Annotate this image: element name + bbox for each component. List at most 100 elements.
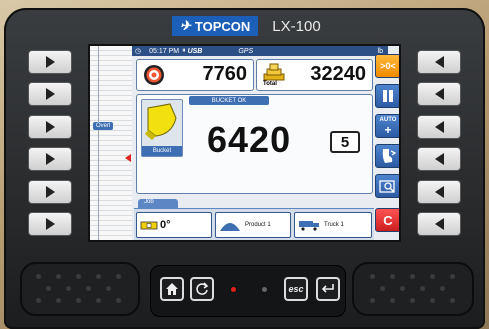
grip-dot [400, 286, 405, 291]
left-arrow-icon [434, 121, 444, 133]
right-softkey-2[interactable] [417, 82, 461, 106]
tilt-tile[interactable]: 0° [136, 212, 212, 238]
grip-dot [36, 274, 41, 279]
grip-dot [370, 274, 375, 279]
grip-dot [56, 274, 61, 279]
enter-arrow-icon [321, 284, 334, 293]
grip-dot [420, 286, 425, 291]
grip-dot [86, 286, 91, 291]
pass-count-box: 5 [330, 131, 360, 153]
left-softkey-6[interactable] [28, 212, 72, 236]
product-name: Product 1 [245, 222, 271, 228]
grip-dot [430, 298, 435, 303]
grip-dot [96, 274, 101, 279]
grip-dot [370, 298, 375, 303]
auto-add-button[interactable]: AUTO + [375, 114, 399, 138]
bucket-icon-box[interactable]: Bucket [141, 99, 183, 157]
gps-label: GPS [238, 47, 254, 55]
right-softkey-5[interactable] [417, 180, 461, 204]
right-softkey-6[interactable] [417, 212, 461, 236]
grip-dot [440, 286, 445, 291]
bucket-panel: BUCKET OK Bucket 6420 5 [136, 94, 373, 194]
right-grip [352, 262, 474, 316]
sync-button[interactable] [190, 277, 214, 301]
product-tile[interactable]: Product 1 [215, 212, 291, 238]
bucket-label: Bucket [142, 146, 182, 156]
usb-label: USB [187, 47, 203, 55]
total-value: 32240 [310, 63, 366, 85]
tilt-angle: 0° [160, 219, 171, 231]
right-softkey-4[interactable] [417, 147, 461, 171]
grip-dot [56, 298, 61, 303]
display-screen: Overl ◷ 05:17 PM ⏸ USB GPS lb 7760 Total… [88, 44, 401, 242]
truck-tile[interactable]: Truck 1 [294, 212, 372, 238]
grip-dot [36, 298, 41, 303]
right-arrow-icon [45, 88, 55, 100]
esc-label: esc [288, 284, 304, 294]
topcon-mark-icon: ✈ [180, 18, 191, 33]
target-value: 7760 [202, 63, 248, 85]
plus-icon: + [384, 122, 392, 137]
overload-label: Overl [93, 122, 114, 130]
bucket-tip-button[interactable] [375, 144, 399, 168]
status-led [262, 287, 267, 292]
grip-dot [66, 286, 71, 291]
grip-dot [106, 286, 111, 291]
job-panel: 0° Product 1 Truck 1 [134, 208, 374, 240]
view-search-button[interactable] [375, 174, 399, 198]
left-softkey-5[interactable] [28, 180, 72, 204]
total-tile[interactable]: Total 32240 [256, 59, 373, 91]
grip-dot [390, 298, 395, 303]
grip-dot [116, 274, 121, 279]
left-softkey-1[interactable] [28, 50, 72, 74]
left-arrow-icon [434, 88, 444, 100]
zero-button[interactable]: >0< [375, 54, 399, 78]
left-softkey-2[interactable] [28, 82, 72, 106]
grip-dot [116, 298, 121, 303]
grip-dot [76, 274, 81, 279]
brand-bar: ✈ TOPCON LX-100 [172, 15, 321, 37]
left-arrow-icon [434, 153, 444, 165]
left-softkey-3[interactable] [28, 115, 72, 139]
right-arrow-icon [45, 153, 55, 165]
home-icon [166, 283, 178, 295]
grip-dot [430, 274, 435, 279]
target-icon [144, 65, 164, 85]
bucket-status-badge: BUCKET OK [189, 96, 269, 105]
right-arrow-icon [45, 56, 55, 68]
status-time: 05:17 PM [149, 47, 180, 55]
power-led [231, 287, 236, 292]
left-arrow-icon [434, 186, 444, 198]
left-arrow-icon [434, 56, 444, 68]
pause-button[interactable] [375, 84, 399, 108]
scale-axis [98, 46, 99, 240]
grip-dot [380, 286, 385, 291]
grip-dot [410, 274, 415, 279]
grip-dot [390, 274, 395, 279]
clear-label: C [383, 212, 393, 228]
grip-dot [410, 298, 415, 303]
truck-icon [299, 221, 319, 231]
clock-icon: ◷ [135, 48, 142, 55]
bucket-icon [145, 103, 177, 140]
gold-pile-icon [263, 63, 285, 81]
clear-button[interactable]: C [375, 208, 399, 232]
model-label: LX-100 [272, 17, 321, 35]
home-button[interactable] [160, 277, 184, 301]
topcon-logo: ✈ TOPCON [172, 16, 259, 36]
enter-button[interactable] [316, 277, 340, 301]
status-bar: ◷ 05:17 PM ⏸ USB GPS lb [132, 46, 388, 56]
usb-icon: ⏸ [182, 47, 186, 54]
bucket-status-label: BUCKET OK [211, 97, 247, 104]
esc-button[interactable]: esc [284, 277, 308, 301]
truck-name: Truck 1 [324, 222, 344, 228]
target-tile[interactable]: 7760 [136, 59, 254, 91]
right-softkey-3[interactable] [417, 115, 461, 139]
grip-dot [96, 298, 101, 303]
left-softkey-4[interactable] [28, 147, 72, 171]
tab-job[interactable]: Job [138, 199, 178, 208]
right-softkey-1[interactable] [417, 50, 461, 74]
zero-label: >0< [380, 61, 396, 71]
job-tab-label: Job [144, 199, 154, 205]
logo-text: TOPCON [194, 18, 251, 34]
